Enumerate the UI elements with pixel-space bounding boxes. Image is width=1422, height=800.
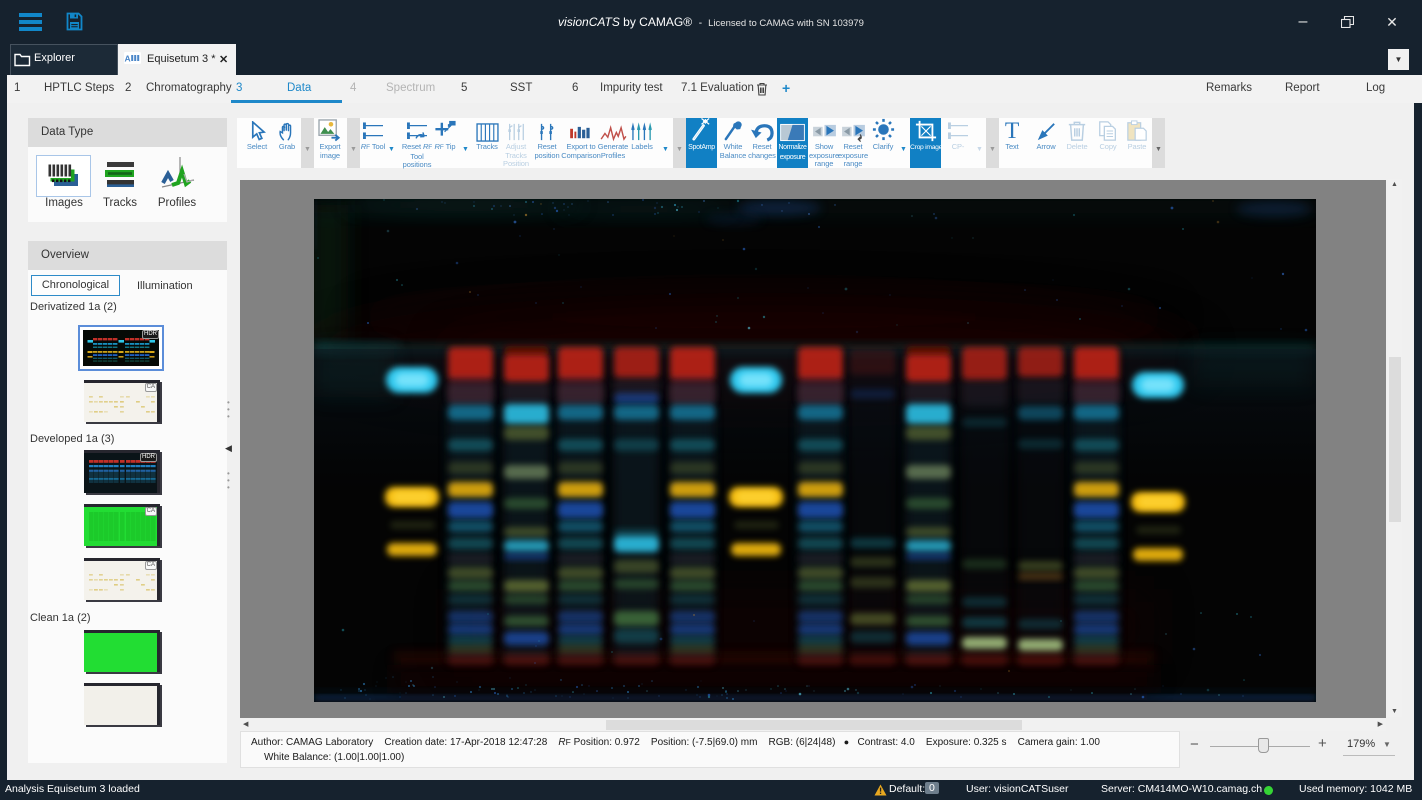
svg-text:A: A [125, 54, 131, 64]
svg-text:T: T [1005, 119, 1020, 142]
